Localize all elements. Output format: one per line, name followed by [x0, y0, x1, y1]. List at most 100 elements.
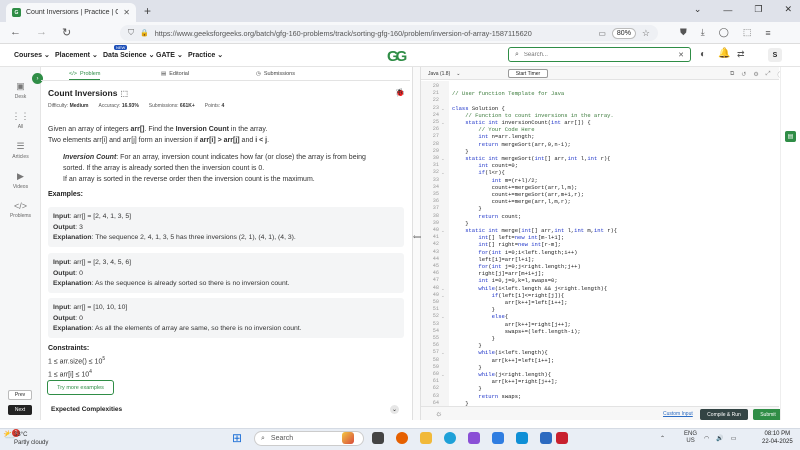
fold-chevron-icon[interactable]: ⌄: [441, 169, 445, 176]
download-icon[interactable]: ⤓: [701, 27, 705, 38]
nav-label: Practice: [188, 51, 216, 59]
fullscreen-icon[interactable]: ⤢: [766, 71, 771, 78]
new-tab-icon[interactable]: +: [144, 4, 151, 18]
minimize-icon[interactable]: —: [723, 5, 732, 15]
back-icon[interactable]: ←: [10, 26, 21, 38]
store-icon[interactable]: [492, 432, 504, 444]
meta-value: 4: [221, 103, 225, 109]
shield-icon[interactable]: ⛉: [128, 28, 134, 38]
prev-button[interactable]: Prev: [8, 390, 32, 400]
firefox-icon[interactable]: [396, 432, 408, 444]
url-box[interactable]: ⛉ 🔒 https://www.geeksforgeeks.org/batch/…: [120, 25, 658, 41]
try-more-examples-button[interactable]: Try more examples: [47, 380, 114, 395]
nav-practice[interactable]: Practice ⌄: [188, 51, 223, 60]
copilot-icon[interactable]: [468, 432, 480, 444]
rail-all[interactable]: ⋮⋮ All: [0, 111, 41, 130]
reset-icon[interactable]: ↺: [741, 71, 746, 78]
theme-toggle-icon[interactable]: ◐: [700, 49, 706, 60]
constraints: 1 ≤ arr.size() ≤ 105 1 ≤ arr[i] ≤ 104: [48, 354, 105, 381]
nav-data-science[interactable]: Data Science ⌄: [103, 51, 154, 60]
gfg-logo[interactable]: GG: [387, 48, 407, 65]
reload-icon[interactable]: ↻: [62, 26, 71, 39]
line-number: 46: [432, 270, 439, 277]
pocket-icon[interactable]: ⛊: [680, 27, 687, 38]
bug-report-icon[interactable]: 🐞: [395, 88, 405, 97]
volume-icon[interactable]: 🔊: [716, 435, 723, 442]
zoom-level[interactable]: 80%: [611, 27, 636, 39]
fold-chevron-icon[interactable]: ⌄: [441, 371, 445, 378]
task-view-icon[interactable]: [372, 432, 384, 444]
line-number: 27: [432, 133, 439, 140]
submit-button[interactable]: Submit: [753, 409, 783, 420]
maximize-icon[interactable]: ❐: [754, 4, 762, 15]
fold-chevron-icon[interactable]: ⌄: [441, 285, 445, 292]
rail-videos[interactable]: ▶ Videos: [0, 171, 41, 190]
chevron-down-icon[interactable]: ⌄: [390, 405, 399, 414]
compile-run-button[interactable]: Compile & Run: [700, 409, 748, 420]
rail-articles[interactable]: ☰ Articles: [0, 141, 41, 160]
fold-chevron-icon[interactable]: ⌄: [441, 119, 445, 126]
next-button[interactable]: Next: [8, 405, 32, 415]
avatar[interactable]: S: [768, 48, 782, 62]
custom-input-link[interactable]: Custom Input: [663, 411, 693, 417]
split-divider[interactable]: ⟺: [412, 67, 423, 420]
nav-gate[interactable]: GATE ⌄: [156, 51, 183, 60]
theme-icon[interactable]: ☼: [435, 409, 442, 418]
copy-icon[interactable]: ⧉: [730, 71, 734, 78]
mcafee-icon[interactable]: [556, 432, 568, 444]
mail-icon[interactable]: [516, 432, 528, 444]
menu-icon[interactable]: ≡: [765, 28, 770, 38]
language-select[interactable]: Java (1.8) ⌄: [428, 69, 466, 78]
expected-complexities[interactable]: Expected Complexities: [51, 406, 122, 413]
file-explorer-icon[interactable]: [420, 432, 432, 444]
code-line: arr[k++]=right[j++];: [452, 320, 571, 328]
site-search[interactable]: ⌕ ✕: [508, 47, 691, 62]
fold-chevron-icon[interactable]: ⌄: [441, 155, 445, 162]
fold-chevron-icon[interactable]: ⌄: [441, 349, 445, 356]
text: arr[]: [130, 126, 145, 133]
battery-icon[interactable]: ▭: [731, 435, 737, 442]
tab-submissions[interactable]: ◷ Submissions: [256, 68, 295, 80]
photos-icon[interactable]: [540, 432, 552, 444]
browser-tab[interactable]: G Count Inversions | Practice | Ge ✕: [6, 3, 136, 22]
bookmark-icon[interactable]: ⬚: [120, 89, 128, 98]
notification-bell-icon[interactable]: 🔔: [718, 48, 730, 59]
fold-chevron-icon[interactable]: ⌄: [441, 313, 445, 320]
rail-problems[interactable]: </> Problems: [0, 201, 41, 219]
account-icon[interactable]: ◯: [719, 27, 729, 38]
search-input[interactable]: [523, 51, 674, 58]
clock[interactable]: 08:10 PM 22-04-2025: [762, 430, 793, 446]
fold-chevron-icon[interactable]: ⌄: [441, 292, 445, 299]
tab-editorial[interactable]: ▤ Editorial: [161, 68, 189, 80]
url-text[interactable]: https://www.geeksforgeeks.org/batch/gfg-…: [155, 29, 593, 38]
wifi-icon[interactable]: ◠: [704, 435, 709, 442]
settings-icon[interactable]: ⚙: [753, 71, 758, 78]
ime-icon[interactable]: ENG US: [684, 431, 697, 445]
start-timer-button[interactable]: Start Timer: [508, 69, 548, 78]
nav-courses[interactable]: Courses ⌄: [14, 51, 50, 60]
lock-icon[interactable]: 🔒: [140, 29, 149, 37]
weather-widget[interactable]: 33°C Partly cloudy: [14, 431, 48, 447]
fold-chevron-icon[interactable]: ⌄: [441, 227, 445, 234]
chat-icon[interactable]: ▤: [785, 131, 796, 142]
extensions-icon[interactable]: ⬚: [743, 27, 752, 38]
value: As all the elements of array are same, s…: [94, 325, 302, 332]
bookmark-star-icon[interactable]: ☆: [642, 28, 650, 39]
chevron-up-icon[interactable]: ⌃: [660, 435, 665, 442]
fold-chevron-icon[interactable]: ⌄: [441, 105, 445, 112]
reader-icon[interactable]: ▭: [598, 29, 606, 38]
close-window-icon[interactable]: ✕: [784, 4, 792, 15]
nav-placement[interactable]: Placement ⌄: [55, 51, 98, 60]
translate-icon[interactable]: ⇄: [737, 49, 745, 60]
region: US: [686, 438, 695, 444]
rail-desk[interactable]: ▣ Desk: [0, 81, 41, 100]
windows-start-icon[interactable]: ⊞: [232, 431, 242, 445]
clear-icon[interactable]: ✕: [678, 51, 684, 59]
tab-list-icon[interactable]: ⌄: [694, 4, 702, 15]
meta-label: Difficulty:: [48, 103, 69, 109]
widget-app-icon[interactable]: [342, 432, 354, 444]
forward-icon[interactable]: →: [36, 26, 47, 38]
close-tab-icon[interactable]: ✕: [123, 8, 130, 17]
edge-icon[interactable]: [444, 432, 456, 444]
tab-problem[interactable]: </> Problem: [69, 68, 101, 80]
